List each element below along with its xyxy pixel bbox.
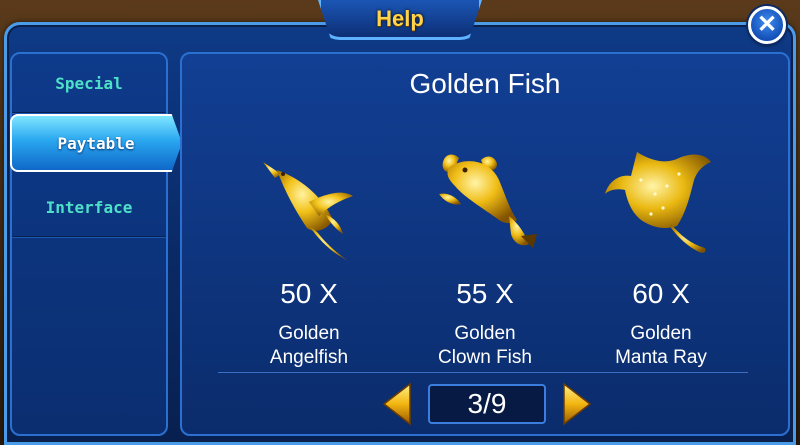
sidebar-item-label: Interface: [45, 197, 133, 217]
page-indicator: 3/9: [428, 384, 546, 424]
pager: 3/9: [382, 380, 592, 428]
fish-name: Golden Manta Ray: [576, 322, 746, 370]
prev-page-button[interactable]: [382, 382, 412, 426]
help-title-tab: Help: [318, 0, 482, 40]
fish-name-line: Angelfish: [269, 347, 349, 368]
golden-angelfish-icon: [224, 144, 394, 264]
fish-name-line: Manta Ray: [615, 347, 707, 368]
golden-manta-ray-icon: [576, 144, 746, 264]
golden-clown-fish-icon: [400, 144, 570, 264]
section-title: Golden Fish: [409, 68, 561, 99]
divider: [218, 372, 748, 373]
close-icon: ✕: [756, 11, 778, 38]
fish-name: Golden Clown Fish: [400, 322, 570, 370]
fish-name-line: Golden: [454, 323, 516, 344]
fish-name-line: Clown Fish: [438, 347, 532, 368]
sidebar-item-special[interactable]: Special: [12, 54, 166, 113]
sidebar-item-label: Paytable: [57, 133, 135, 153]
sidebar-item-label: Special: [55, 73, 123, 93]
close-button[interactable]: ✕: [748, 6, 786, 44]
sidebar-item-interface[interactable]: Interface: [12, 178, 166, 237]
sidebar-item-paytable[interactable]: Paytable: [10, 114, 182, 172]
help-title: Help: [376, 5, 424, 31]
fish-name-line: Golden: [630, 323, 692, 344]
paytable-panel: Golden Fish 50 X 55 X 60 X Golden Angelf…: [180, 52, 790, 436]
sidebar: Special Paytable Interface: [10, 52, 182, 436]
fish-multiplier: 55 X: [456, 278, 514, 309]
fish-name-line: Golden: [278, 323, 340, 344]
fish-multiplier: 50 X: [280, 278, 338, 309]
fish-multiplier: 60 X: [632, 278, 690, 309]
next-page-button[interactable]: [562, 382, 592, 426]
fish-name: Golden Angelfish: [224, 322, 394, 370]
